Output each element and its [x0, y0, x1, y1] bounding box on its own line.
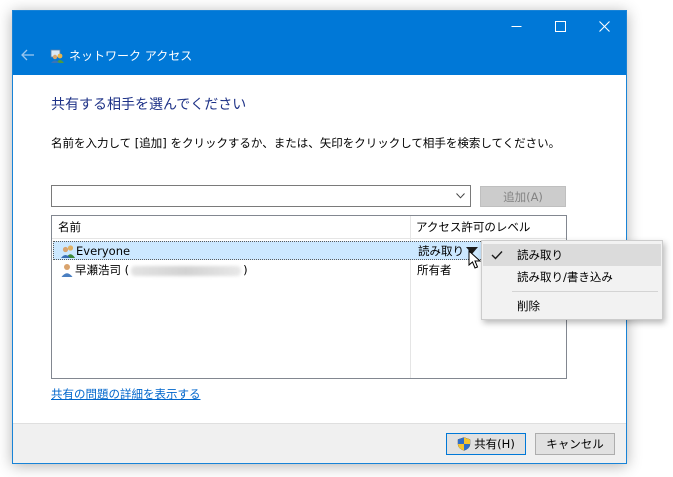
- chevron-down-icon: [455, 193, 465, 199]
- row-name: Everyone: [76, 244, 131, 258]
- close-button[interactable]: [582, 11, 626, 41]
- instruction-text: 名前を入力して [追加] をクリックするか、または、矢印をクリックして相手を検索…: [51, 136, 561, 150]
- cancel-button[interactable]: キャンセル: [535, 433, 615, 455]
- menu-item-label: 読み取り/書き込み: [517, 270, 613, 284]
- menu-item-label: 読み取り: [517, 248, 563, 262]
- blurred-email: [131, 265, 242, 276]
- sharing-help-link[interactable]: 共有の問題の詳細を表示する: [51, 386, 201, 402]
- menu-item-read[interactable]: 読み取り: [483, 244, 661, 266]
- maximize-icon: [554, 20, 566, 32]
- dialog-footer: 共有(H) キャンセル: [13, 423, 626, 463]
- column-header-permission[interactable]: アクセス許可のレベル: [410, 216, 566, 238]
- add-button[interactable]: 追加(A): [480, 186, 566, 207]
- menu-item-read-write[interactable]: 読み取り/書き込み: [483, 266, 661, 288]
- name-combobox[interactable]: [51, 185, 471, 207]
- column-header-name[interactable]: 名前: [52, 216, 410, 238]
- permission-context-menu: 読み取り 読み取り/書き込み 削除: [481, 240, 663, 320]
- minimize-button[interactable]: [494, 11, 538, 41]
- menu-separator: [512, 291, 658, 292]
- checkmark-icon: [491, 251, 503, 260]
- row-permission[interactable]: 読み取り: [418, 242, 464, 260]
- row-permission: 所有者: [417, 263, 452, 277]
- user-icon: [61, 264, 73, 277]
- share-button[interactable]: 共有(H): [446, 433, 526, 455]
- users-group-icon: [61, 245, 75, 258]
- window-title: ネットワーク アクセス: [69, 49, 193, 63]
- title-bar[interactable]: ネットワーク アクセス: [13, 11, 626, 75]
- maximize-button[interactable]: [538, 11, 582, 41]
- page-heading: 共有する相手を選んでください: [51, 97, 247, 113]
- uac-shield-icon: [457, 437, 471, 451]
- combo-dropdown-button[interactable]: [453, 189, 467, 203]
- network-users-icon: [50, 49, 64, 63]
- row-name: 早瀬浩司 (): [75, 261, 248, 279]
- row-name-prefix: 早瀬浩司 (: [75, 263, 130, 277]
- close-icon: [598, 20, 610, 32]
- back-button[interactable]: [17, 44, 39, 66]
- menu-item-label: 削除: [517, 299, 540, 313]
- network-access-dialog: ネットワーク アクセス 共有する相手を選んでください 名前を入力して [追加] …: [12, 10, 627, 464]
- menu-item-remove[interactable]: 削除: [483, 295, 661, 317]
- header-divider: [52, 238, 566, 239]
- minimize-icon: [511, 25, 521, 27]
- share-button-label: 共有(H): [474, 437, 515, 451]
- row-name-suffix: ): [243, 263, 248, 277]
- back-arrow-icon: [21, 49, 34, 61]
